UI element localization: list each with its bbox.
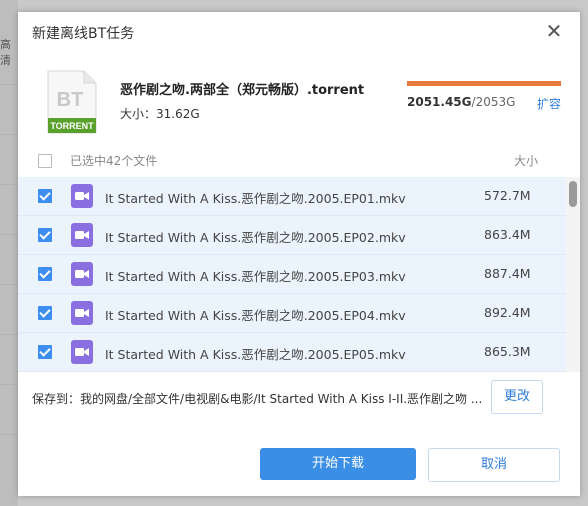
torrent-file-name: 恶作剧之吻.两部全（郑元畅版）.torrent xyxy=(120,83,365,98)
file-checkbox[interactable] xyxy=(38,189,52,203)
file-name: It Started With A Kiss.恶作剧之吻.2005.EP03.m… xyxy=(105,269,406,284)
svg-text:TORRENT: TORRENT xyxy=(50,121,94,131)
file-row[interactable]: It Started With A Kiss.恶作剧之吻.2005.EP01.m… xyxy=(18,177,566,216)
file-list-header: 已选中42个文件 大小 xyxy=(18,146,580,176)
torrent-size: 大小：31.62G xyxy=(120,105,200,122)
file-size: 887.4M xyxy=(484,266,531,281)
file-checkbox[interactable] xyxy=(38,267,52,281)
file-size: 863.4M xyxy=(484,227,531,242)
file-checkbox[interactable] xyxy=(38,306,52,320)
selected-count: 已选中42个文件 xyxy=(70,154,158,168)
svg-text:BT: BT xyxy=(57,89,84,111)
file-size: 865.3M xyxy=(484,344,531,359)
file-row[interactable]: It Started With A Kiss.恶作剧之吻.2005.EP05.m… xyxy=(18,333,566,372)
change-path-button[interactable]: 更改 xyxy=(491,380,543,414)
video-file-icon xyxy=(71,340,93,364)
torrent-size-value: 31.62G xyxy=(156,107,200,121)
file-name: It Started With A Kiss.恶作剧之吻.2005.EP05.m… xyxy=(105,347,406,362)
storage-quota-fill xyxy=(407,81,561,86)
start-download-button[interactable]: 开始下载 xyxy=(260,448,416,480)
background-divider xyxy=(0,184,18,185)
file-name: It Started With A Kiss.恶作剧之吻.2005.EP02.m… xyxy=(105,230,406,245)
background-divider xyxy=(0,234,18,235)
video-file-icon xyxy=(71,301,93,325)
new-bt-task-dialog: 新建离线BT任务 ✕ BT TORRENT 恶作剧之吻.两部全（郑元畅版）.to… xyxy=(18,12,580,496)
file-checkbox[interactable] xyxy=(38,345,52,359)
file-checkbox[interactable] xyxy=(38,228,52,242)
background-divider xyxy=(0,434,18,435)
file-row[interactable]: It Started With A Kiss.恶作剧之吻.2005.EP03.m… xyxy=(18,255,566,294)
storage-quota-bar xyxy=(407,81,561,86)
file-row[interactable]: It Started With A Kiss.恶作剧之吻.2005.EP04.m… xyxy=(18,294,566,333)
save-path: 保存到：我的网盘/全部文件/电视剧&电影/It Started With A K… xyxy=(32,392,482,406)
storage-used: 2051.45G xyxy=(407,95,472,109)
file-name: It Started With A Kiss.恶作剧之吻.2005.EP04.m… xyxy=(105,308,406,323)
file-name: It Started With A Kiss.恶作剧之吻.2005.EP01.m… xyxy=(105,191,406,206)
background-divider xyxy=(0,334,18,335)
size-column-header: 大小 xyxy=(514,154,539,168)
video-file-icon xyxy=(71,223,93,247)
background-divider xyxy=(0,134,18,135)
select-all-checkbox[interactable] xyxy=(38,154,52,168)
file-size: 572.7M xyxy=(484,188,531,203)
background-divider xyxy=(0,84,18,85)
bt-torrent-file-icon: BT TORRENT xyxy=(47,70,97,134)
close-icon[interactable]: ✕ xyxy=(544,21,564,41)
video-file-icon xyxy=(71,184,93,208)
torrent-size-label: 大小： xyxy=(120,107,157,121)
file-size: 892.4M xyxy=(484,305,531,320)
video-file-icon xyxy=(71,262,93,286)
file-list: It Started With A Kiss.恶作剧之吻.2005.EP01.m… xyxy=(18,177,580,372)
cancel-button[interactable]: 取消 xyxy=(428,448,560,482)
dialog-title: 新建离线BT任务 xyxy=(32,26,135,42)
dialog-title-bar: 新建离线BT任务 ✕ xyxy=(18,12,580,52)
background-divider xyxy=(0,384,18,385)
background-page: 高清 xyxy=(0,0,18,506)
file-list-scrollbar-thumb[interactable] xyxy=(569,181,577,207)
file-row[interactable]: It Started With A Kiss.恶作剧之吻.2005.EP02.m… xyxy=(18,216,566,255)
expand-storage-link[interactable]: 扩容 xyxy=(537,95,561,112)
background-text: 高清 xyxy=(0,38,11,67)
background-divider xyxy=(0,284,18,285)
storage-total: 2053G xyxy=(475,95,516,109)
storage-quota-text: 2051.45G/2053G xyxy=(407,95,515,109)
